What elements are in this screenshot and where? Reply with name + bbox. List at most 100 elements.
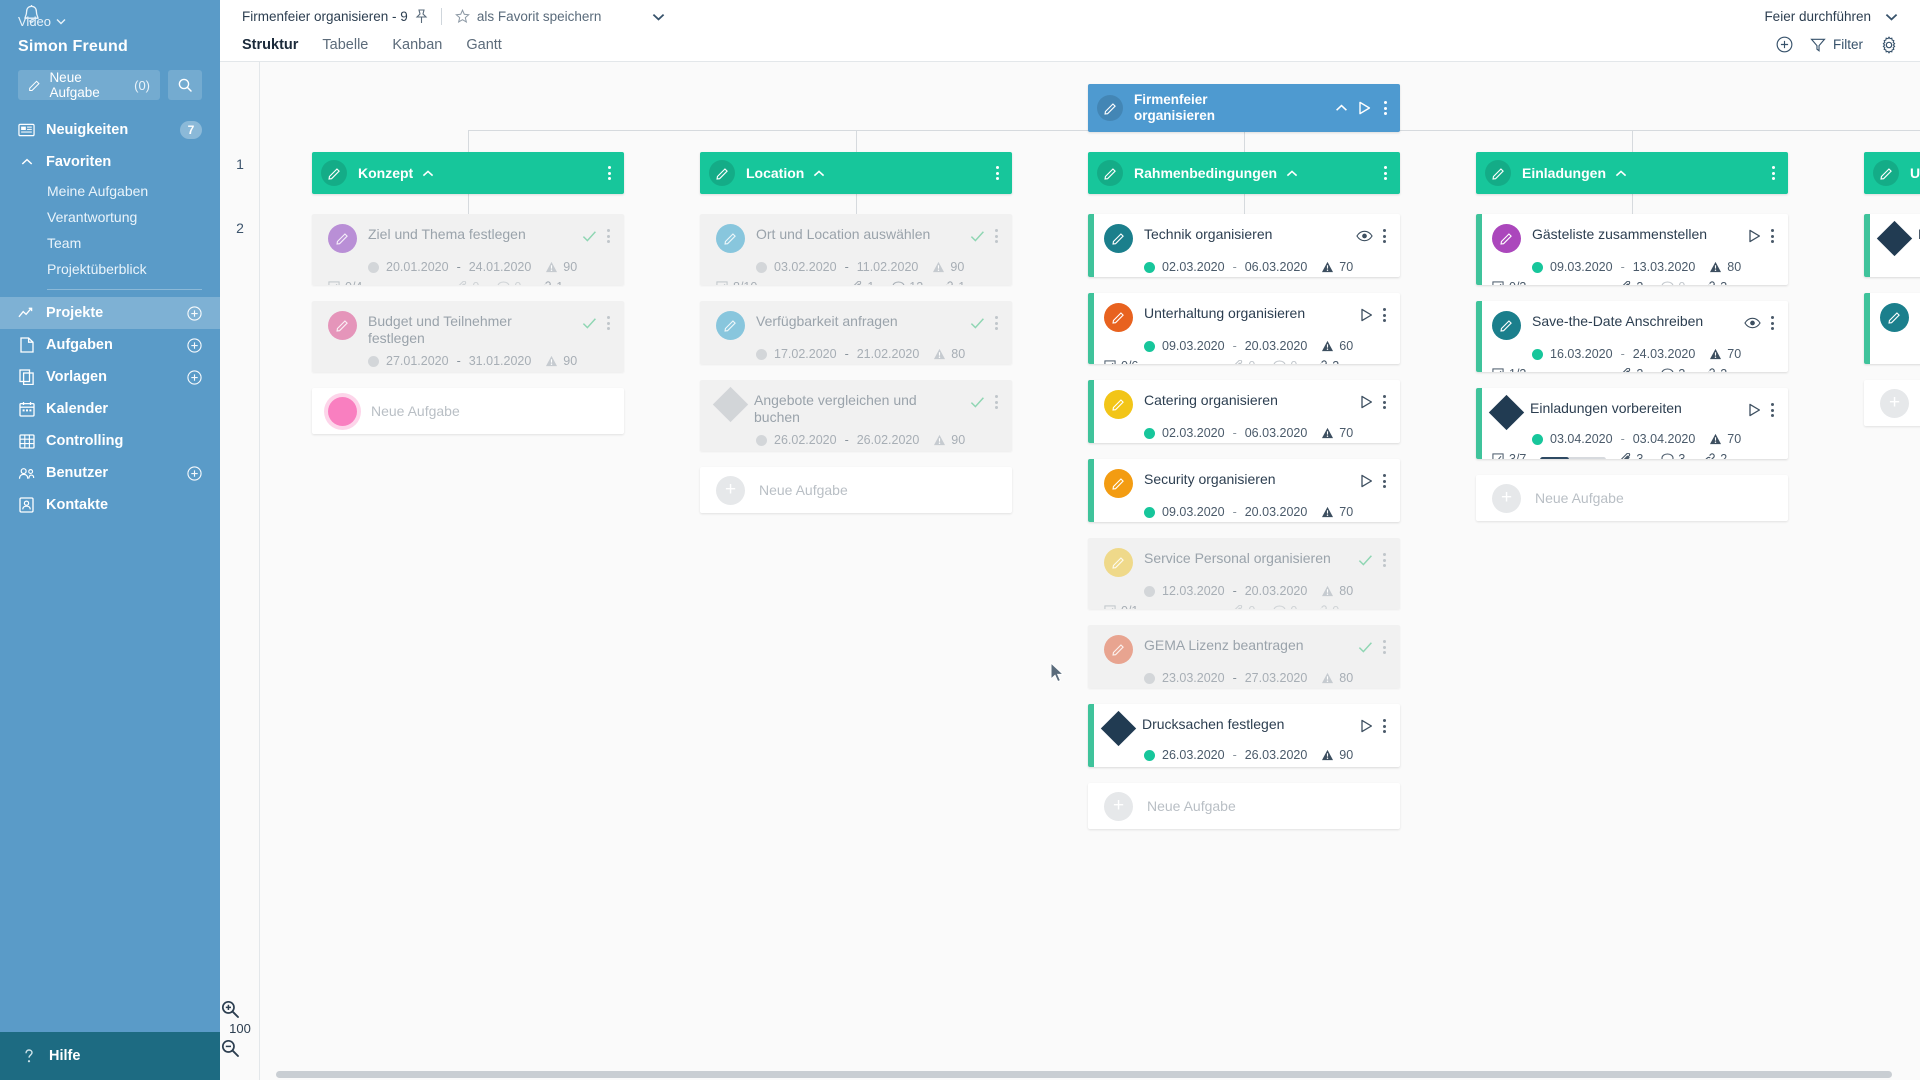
task-avatar[interactable] (1880, 303, 1909, 332)
play-icon[interactable] (1360, 308, 1373, 322)
sidebar-item-projekte[interactable]: Projekte (0, 297, 220, 329)
check-icon[interactable] (582, 230, 597, 243)
collapse-button[interactable] (813, 170, 825, 177)
task-avatar[interactable] (1104, 224, 1133, 253)
kebab-icon[interactable] (1380, 717, 1389, 735)
task-card[interactable]: Feier durchführen06.04.2020-06.04.202090… (1864, 214, 1920, 277)
kebab-icon[interactable] (1380, 551, 1389, 569)
new-task-placeholder[interactable]: +Neue Aufgabe (1864, 380, 1920, 426)
play-icon[interactable] (1360, 395, 1373, 409)
horizontal-scrollbar[interactable] (260, 1069, 1920, 1080)
kebab-icon[interactable] (1768, 227, 1777, 245)
check-icon[interactable] (970, 230, 985, 243)
task-card[interactable]: Einladungen vorbereiten03.04.2020-03.04.… (1476, 388, 1788, 459)
add-task-icon[interactable] (187, 338, 202, 353)
scrollbar-thumb[interactable] (276, 1071, 1892, 1078)
task-card[interactable]: Save-the-Date Anschreiben16.03.2020-24.0… (1476, 301, 1788, 372)
sidebar-item-aufgaben[interactable]: Aufgaben (0, 329, 220, 361)
help-button[interactable]: Hilfe (0, 1032, 220, 1080)
task-avatar[interactable] (1101, 711, 1136, 746)
task-card[interactable]: Angebote vergleichen und buchen26.02.202… (700, 380, 1012, 451)
kebab-icon[interactable] (1380, 638, 1389, 656)
play-icon[interactable] (1360, 474, 1373, 488)
task-avatar[interactable] (328, 311, 357, 340)
task-avatar[interactable] (716, 224, 745, 253)
kebab-icon[interactable] (993, 164, 1002, 182)
sidebar-item-kontakte[interactable]: Kontakte (0, 489, 220, 521)
zoom-in-button[interactable] (220, 999, 260, 1019)
kebab-icon[interactable] (1768, 401, 1777, 419)
kebab-icon[interactable] (992, 393, 1001, 411)
task-card[interactable]: Ort und Location auswählen03.02.2020-11.… (700, 214, 1012, 285)
root-node[interactable]: Firmenfeierorganisieren (1088, 84, 1400, 132)
kebab-icon[interactable] (604, 227, 613, 245)
kebab-icon[interactable] (1768, 314, 1777, 332)
phase-dropdown-button[interactable] (1885, 13, 1898, 21)
new-task-placeholder[interactable]: Neue Aufgabe (312, 388, 624, 434)
add-project-icon[interactable] (187, 306, 202, 321)
kebab-icon[interactable] (1381, 99, 1390, 117)
sidebar-item-benutzer[interactable]: Benutzer (0, 457, 220, 489)
video-menu[interactable]: Video (18, 14, 202, 29)
task-avatar[interactable] (1104, 390, 1133, 419)
collapse-button[interactable] (1615, 170, 1627, 177)
new-task-placeholder[interactable]: +Neue Aufgabe (1476, 475, 1788, 521)
task-card[interactable]: Unterhaltung organisieren09.03.2020-20.0… (1088, 293, 1400, 364)
tab-kanban[interactable]: Kanban (392, 37, 442, 53)
kebab-icon[interactable] (605, 164, 614, 182)
sidebar-item-meine-aufgaben[interactable]: Meine Aufgaben (0, 178, 220, 204)
task-avatar[interactable] (716, 311, 745, 340)
play-icon[interactable] (1748, 229, 1761, 243)
kebab-icon[interactable] (1380, 393, 1389, 411)
task-avatar[interactable] (1489, 395, 1524, 430)
check-icon[interactable] (1358, 554, 1373, 567)
sidebar-item-vorlagen[interactable]: Vorlagen (0, 361, 220, 393)
check-icon[interactable] (1358, 641, 1373, 654)
new-task-button[interactable]: Neue Aufgabe (0) (18, 70, 160, 100)
column-header-4[interactable]: Umsetzung (1864, 152, 1920, 194)
pin-icon[interactable] (415, 9, 428, 24)
sidebar-item-team[interactable]: Team (0, 230, 220, 256)
collapse-button[interactable] (1286, 170, 1298, 177)
task-card[interactable]: Ziel und Thema festlegen20.01.2020-24.01… (312, 214, 624, 285)
task-card[interactable]: Technik organisieren02.03.2020-06.03.202… (1088, 214, 1400, 277)
collapse-button[interactable] (422, 170, 434, 177)
task-card[interactable]: Review und Optimierungspotential09.04.20… (1864, 293, 1920, 364)
column-header-1[interactable]: Location (700, 152, 1012, 194)
tab-tabelle[interactable]: Tabelle (322, 37, 368, 53)
task-card[interactable]: Budget und Teilnehmer festlegen27.01.202… (312, 301, 624, 372)
task-avatar[interactable] (713, 387, 748, 422)
task-avatar[interactable] (1492, 311, 1521, 340)
new-task-placeholder[interactable]: +Neue Aufgabe (1088, 783, 1400, 829)
add-button[interactable] (1776, 36, 1793, 53)
kebab-icon[interactable] (992, 227, 1001, 245)
column-header-0[interactable]: Konzept (312, 152, 624, 194)
board-canvas[interactable]: Firmenfeierorganisieren Konzept Ziel und T… (260, 62, 1920, 1080)
task-card[interactable]: GEMA Lizenz beantragen23.03.2020-27.03.2… (1088, 625, 1400, 688)
task-avatar[interactable] (328, 224, 357, 253)
filter-button[interactable]: Filter (1810, 37, 1863, 53)
task-avatar[interactable] (1104, 548, 1133, 577)
add-user-icon[interactable] (187, 466, 202, 481)
play-icon[interactable] (1360, 719, 1373, 733)
search-button[interactable] (168, 70, 202, 100)
task-avatar[interactable] (1104, 635, 1133, 664)
settings-button[interactable] (1880, 36, 1898, 54)
column-header-2[interactable]: Rahmenbedingungen (1088, 152, 1400, 194)
sidebar-item-controlling[interactable]: Controlling (0, 425, 220, 457)
task-avatar[interactable] (1492, 224, 1521, 253)
new-task-placeholder[interactable]: +Neue Aufgabe (700, 467, 1012, 513)
task-card[interactable]: Verfügbarkeit anfragen17.02.2020-21.02.2… (700, 301, 1012, 364)
add-template-icon[interactable] (187, 370, 202, 385)
check-icon[interactable] (970, 317, 985, 330)
task-card[interactable]: Catering organisieren02.03.2020-06.03.20… (1088, 380, 1400, 443)
kebab-icon[interactable] (1380, 472, 1389, 490)
tab-struktur[interactable]: Struktur (242, 37, 298, 53)
bell-icon[interactable] (22, 4, 41, 25)
kebab-icon[interactable] (1380, 306, 1389, 324)
task-avatar[interactable] (1104, 469, 1133, 498)
kebab-icon[interactable] (1381, 164, 1390, 182)
collapse-button[interactable] (1335, 104, 1348, 112)
tab-gantt[interactable]: Gantt (466, 37, 501, 53)
kebab-icon[interactable] (992, 314, 1001, 332)
